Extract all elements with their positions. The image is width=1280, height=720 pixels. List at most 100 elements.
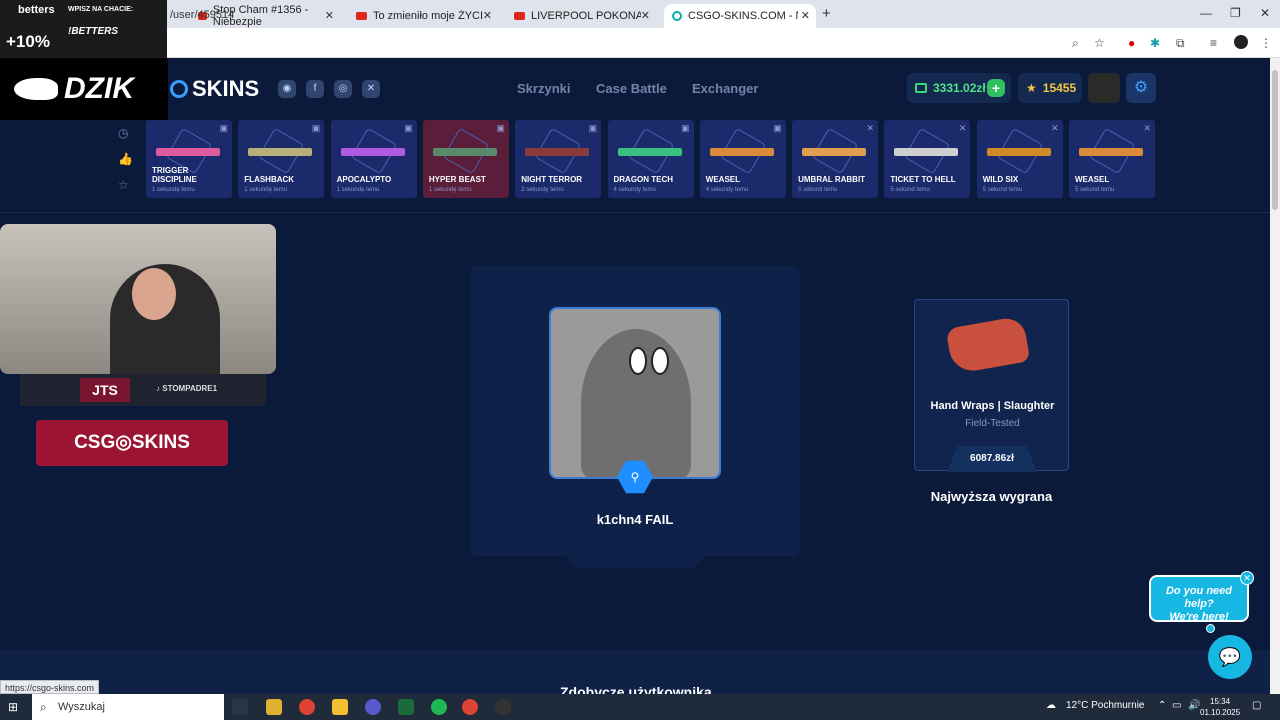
case-icon: ✕: [866, 123, 875, 133]
nav-case-battle[interactable]: Case Battle: [596, 81, 667, 96]
logo-ring-icon: [170, 80, 188, 98]
wallet-icon: [915, 83, 927, 93]
best-drop-card[interactable]: Hand Wraps | Slaughter Field-Tested 6087…: [914, 299, 1069, 472]
clock-icon[interactable]: ◷: [118, 126, 128, 140]
close-help-icon[interactable]: ✕: [1240, 571, 1254, 585]
avatar-eye: [651, 347, 669, 375]
weapon-image: [709, 148, 774, 156]
deposit-button[interactable]: +: [987, 79, 1005, 97]
volume-icon[interactable]: 🔊: [1188, 700, 1200, 711]
drop-card[interactable]: ✕ WEASEL 5 sekund temu: [1069, 120, 1155, 198]
youtube-icon: [356, 12, 367, 20]
status-url: https://csgo-skins.com: [0, 680, 100, 694]
case-icon: ▣: [680, 123, 690, 133]
drop-time: 4 sekundy temu: [613, 187, 656, 193]
drop-card[interactable]: ✕ UMBRAL RABBIT 5 sekund temu: [792, 120, 879, 198]
network-icon[interactable]: ▭: [1172, 700, 1181, 711]
menu-icon[interactable]: ⋮: [1260, 36, 1272, 50]
user-avatar[interactable]: [1088, 73, 1120, 103]
chrome-active-icon[interactable]: [462, 699, 478, 715]
drop-name: DRAGON TECH: [613, 175, 674, 184]
close-window-icon[interactable]: ✕: [1260, 6, 1270, 20]
close-tab-icon[interactable]: ✕: [483, 9, 492, 22]
windows-start-icon[interactable]: ⊞: [8, 700, 22, 714]
opera-icon[interactable]: ●: [1128, 36, 1135, 50]
tab-active[interactable]: CSGO-SKINS.COM - Najlepsze✕: [664, 4, 816, 28]
scrollbar-thumb[interactable]: [1272, 70, 1278, 210]
weapon-image: [986, 148, 1051, 156]
case-icon: ▣: [496, 123, 505, 133]
weapon-image: [525, 148, 590, 156]
site-logo[interactable]: SKINS: [170, 76, 259, 102]
new-tab-button[interactable]: +: [822, 5, 831, 22]
excel-icon[interactable]: [398, 699, 414, 715]
translate-extension-icon[interactable]: ✱: [1150, 36, 1160, 50]
weapon-image: [617, 148, 682, 156]
tab-3[interactable]: LIVERPOOL POKONANY! GIGA✕: [506, 4, 656, 28]
maximize-icon[interactable]: ❐: [1230, 6, 1241, 20]
drop-card[interactable]: ✕ TICKET TO HELL 5 sekund temu: [884, 120, 971, 198]
close-tab-icon[interactable]: ✕: [641, 9, 650, 22]
thumbs-up-icon[interactable]: 👍: [118, 152, 133, 166]
drop-card[interactable]: ▣ NIGHT TERROR 2 sekundy temu: [515, 120, 602, 198]
taskbar-search[interactable]: ⌕ Wyszukaj: [32, 694, 224, 720]
drop-time: 5 sekund temu: [1075, 187, 1115, 193]
drop-card[interactable]: ▣ FLASHBACK 1 sekundę temu: [238, 120, 325, 198]
url-field[interactable]: /user/459514: [170, 9, 234, 21]
chat-icon[interactable]: 💬: [1208, 635, 1252, 679]
minimize-icon[interactable]: —: [1200, 6, 1212, 20]
extensions-icon[interactable]: ⧉: [1176, 36, 1185, 51]
nav-exchanger[interactable]: Exchanger: [692, 81, 758, 96]
weapon-image: [248, 148, 313, 156]
spotify-icon[interactable]: [431, 699, 447, 715]
notes-icon[interactable]: [332, 699, 348, 715]
weather-icon[interactable]: ☁: [1046, 700, 1056, 711]
profile-avatar[interactable]: [1234, 35, 1248, 49]
close-tab-icon[interactable]: ✕: [801, 9, 810, 22]
drop-name: WILD SIX: [982, 175, 1019, 184]
drop-name: NIGHT TERROR: [521, 175, 583, 184]
close-tab-icon[interactable]: ✕: [325, 9, 334, 22]
bookmark-star-icon[interactable]: ☆: [1094, 36, 1105, 50]
tab-2[interactable]: To zmieniło moje ŻYCIE | Baba✕: [348, 4, 498, 28]
instagram-icon[interactable]: ◎: [334, 80, 352, 98]
notifications-icon[interactable]: ▢: [1252, 700, 1261, 711]
drop-card[interactable]: ▣ TRIGGER DISCIPLINE 1 sekundę temu: [146, 120, 232, 198]
drop-time: 1 sekundę temu: [152, 187, 195, 193]
obs-icon[interactable]: [495, 699, 511, 715]
facebook-icon[interactable]: f: [306, 80, 324, 98]
taskbar-clock[interactable]: 15:34 01.10.2025: [1200, 696, 1240, 718]
drop-card[interactable]: ▣ APOCALYPTO 1 sekundę temu: [330, 120, 417, 198]
nav-skrzynki[interactable]: Skrzynki: [517, 81, 570, 96]
drop-name: APOCALYPTO: [336, 175, 392, 184]
drop-card[interactable]: ▣ HYPER BEAST 1 sekundę temu: [422, 120, 509, 198]
task-view-icon[interactable]: [232, 699, 248, 715]
media-icon[interactable]: ≡: [1210, 36, 1217, 50]
balance-display[interactable]: 3331.02zł +: [907, 73, 1011, 103]
dzik-logo: DZIK: [0, 58, 168, 120]
file-explorer-icon[interactable]: [266, 699, 282, 715]
drop-time: 5 sekund temu: [982, 187, 1023, 193]
boar-icon: [14, 78, 58, 100]
drop-card[interactable]: ✕ WILD SIX 5 sekund temu: [976, 120, 1063, 198]
zoom-icon[interactable]: ⌕: [1072, 36, 1079, 51]
gear-icon[interactable]: ⚙: [1126, 73, 1156, 103]
weapon-image: [802, 148, 867, 156]
chrome-icon[interactable]: [299, 699, 315, 715]
help-bubble[interactable]: Do you need help? We're here!: [1149, 575, 1249, 623]
search-icon: ⌕: [40, 700, 47, 714]
drop-card[interactable]: ▣ DRAGON TECH 4 sekundy temu: [607, 120, 694, 198]
drop-name: HYPER BEAST: [428, 175, 486, 184]
discord-icon[interactable]: ◉: [278, 80, 296, 98]
messenger-icon[interactable]: [365, 699, 381, 715]
drop-card[interactable]: ▣ WEASEL 4 sekundy temu: [699, 120, 786, 198]
x-icon[interactable]: ✕: [362, 80, 380, 98]
weather-text[interactable]: 12°C Pochmurnie: [1066, 700, 1144, 711]
points-display[interactable]: ★ 15455: [1018, 73, 1082, 103]
case-icon: ▣: [219, 123, 228, 133]
case-icon: ▣: [773, 123, 782, 133]
tiktok-bar: JTS ♪ STOMPADRE1: [20, 374, 266, 406]
tray-chevron-icon[interactable]: ⌃: [1158, 700, 1166, 711]
star-outline-icon[interactable]: ☆: [118, 178, 129, 192]
best-drop-name: Hand Wraps | Slaughter: [930, 400, 1055, 412]
